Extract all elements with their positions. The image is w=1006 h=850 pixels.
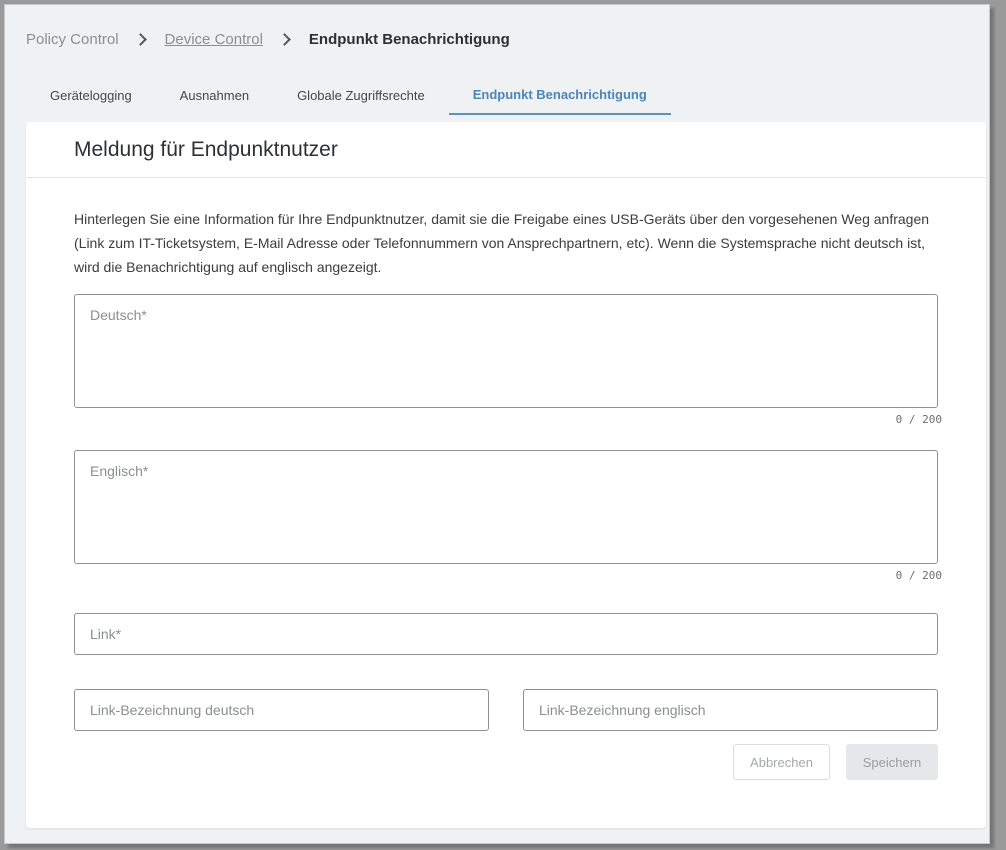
- breadcrumb: Policy Control Device Control Endpunkt B…: [26, 29, 510, 49]
- englisch-field-wrapper: [74, 450, 938, 564]
- save-button[interactable]: Speichern: [846, 744, 938, 780]
- englisch-char-counter: 0 / 200: [895, 569, 942, 582]
- tab-globale-zugriffsrechte[interactable]: Globale Zugriffsrechte: [273, 75, 449, 115]
- tab-geraetelogging[interactable]: Gerätelogging: [26, 75, 156, 115]
- deutsch-field-wrapper: [74, 294, 938, 408]
- deutsch-textarea[interactable]: [75, 295, 937, 407]
- breadcrumb-parent-link[interactable]: Device Control: [165, 31, 263, 48]
- link-input[interactable]: [74, 613, 938, 655]
- englisch-textarea[interactable]: [75, 451, 937, 563]
- breadcrumb-root[interactable]: Policy Control: [26, 31, 119, 48]
- tab-endpunkt-benachrichtigung[interactable]: Endpunkt Benachrichtigung: [448, 75, 671, 115]
- chevron-right-icon: [133, 30, 151, 48]
- link-label-de-input[interactable]: [74, 689, 489, 731]
- card-title: Meldung für Endpunktnutzer: [26, 122, 986, 178]
- deutsch-char-counter: 0 / 200: [895, 413, 942, 426]
- cancel-button[interactable]: Abbrechen: [733, 744, 830, 780]
- link-label-en-input[interactable]: [523, 689, 938, 731]
- breadcrumb-current: Endpunkt Benachrichtigung: [308, 30, 510, 48]
- chevron-right-icon: [277, 30, 295, 48]
- app-window: Policy Control Device Control Endpunkt B…: [4, 4, 990, 844]
- card-description: Hinterlegen Sie eine Information für Ihr…: [74, 211, 930, 275]
- tab-bar: Gerätelogging Ausnahmen Globale Zugriffs…: [26, 75, 671, 115]
- notification-card: Meldung für Endpunktnutzer Hinterlegen S…: [26, 122, 986, 828]
- tab-ausnahmen[interactable]: Ausnahmen: [156, 75, 273, 115]
